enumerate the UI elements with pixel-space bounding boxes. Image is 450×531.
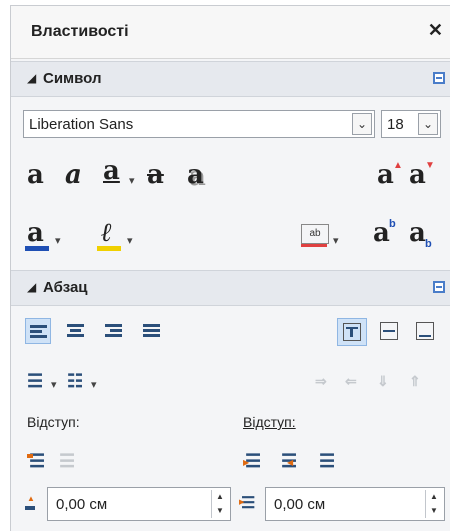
highlight-icon[interactable]: ℓ: [101, 220, 112, 246]
demote-icon: ⇒: [315, 373, 327, 389]
spacing-dropdown-icon[interactable]: ▾: [333, 234, 339, 247]
section-title-symbol: Символ: [43, 70, 102, 87]
chevron-down-icon[interactable]: ⌄: [352, 113, 372, 135]
bold-icon[interactable]: a: [27, 162, 44, 188]
subscript-icon[interactable]: a: [409, 220, 426, 246]
section-header-symbol[interactable]: ◢ Символ: [11, 61, 450, 97]
increase-arrow-icon: ▲: [393, 160, 403, 171]
above-spacing-marker-icon: ▲: [27, 494, 35, 503]
spacing-red-bar: [301, 244, 327, 247]
spin-buttons[interactable]: ▲ ▼: [425, 490, 442, 518]
section-title-paragraph: Абзац: [43, 279, 88, 296]
promote-icon: ⇐: [345, 373, 357, 389]
above-spacing-value: 0,00 см: [56, 496, 108, 513]
character-spacing-icon[interactable]: ab: [301, 224, 329, 244]
spin-buttons[interactable]: ▲ ▼: [211, 490, 228, 518]
font-color-dropdown-icon[interactable]: ▾: [55, 234, 61, 247]
font-name-combo[interactable]: Liberation Sans ⌄: [23, 110, 375, 138]
superscript-icon[interactable]: a: [373, 220, 390, 246]
before-indent-value: 0,00 см: [274, 496, 326, 513]
bullet-list-icon[interactable]: ☰: [27, 372, 43, 390]
outdent-arrow-icon: ◀: [287, 458, 294, 467]
underline-icon[interactable]: a: [103, 158, 120, 184]
properties-panel: Властивості ✕ ◢ Символ Liberation Sans ⌄…: [10, 5, 450, 531]
decrease-spacing-icon: ☰: [59, 451, 76, 471]
highlight-color-bar: [97, 246, 121, 251]
align-right-button[interactable]: [101, 318, 127, 344]
underline-dropdown-icon[interactable]: ▾: [129, 174, 135, 187]
align-top-button[interactable]: [337, 318, 367, 346]
highlight-dropdown-icon[interactable]: ▾: [127, 234, 133, 247]
numbered-list-icon[interactable]: ☷: [67, 372, 83, 390]
collapse-triangle-icon[interactable]: ◢: [27, 280, 36, 294]
more-options-icon[interactable]: [433, 281, 445, 293]
shadow-icon[interactable]: a: [187, 162, 204, 188]
italic-icon[interactable]: a: [65, 162, 82, 188]
more-options-icon[interactable]: [433, 72, 445, 84]
panel-title-bar: Властивості ✕: [11, 6, 450, 59]
move-down-icon: ⇓: [377, 373, 389, 389]
spacing-label: Відступ:: [27, 414, 80, 430]
spacing-marker-icon: [27, 454, 33, 458]
superscript-marker-icon: b: [389, 218, 396, 230]
before-indent-marker-icon: ▶: [239, 499, 245, 506]
above-spacing-field[interactable]: 0,00 см ▲ ▼: [47, 487, 231, 521]
align-center-button[interactable]: [63, 318, 89, 344]
numbered-list-dropdown-icon[interactable]: ▾: [91, 378, 97, 391]
increase-font-icon[interactable]: a: [377, 162, 394, 188]
bullet-list-dropdown-icon[interactable]: ▾: [51, 378, 57, 391]
indent-label: Відступ:: [243, 414, 296, 430]
strikethrough-icon[interactable]: a: [147, 162, 164, 188]
font-size-value: 18: [387, 116, 404, 133]
align-middle-button[interactable]: [375, 318, 405, 346]
decrease-font-icon[interactable]: a: [409, 162, 426, 188]
font-color-icon[interactable]: a: [27, 220, 44, 246]
align-bottom-button[interactable]: [411, 318, 441, 346]
close-icon[interactable]: ✕: [428, 20, 443, 41]
before-indent-field[interactable]: 0,00 см ▲ ▼: [265, 487, 445, 521]
panel-title: Властивості: [31, 23, 129, 40]
align-left-button[interactable]: [25, 318, 51, 344]
font-color-bar: [25, 246, 49, 251]
decrease-arrow-icon: ▼: [425, 160, 435, 171]
collapse-triangle-icon[interactable]: ◢: [27, 71, 36, 85]
indent-arrow-icon: ▶: [243, 458, 250, 467]
hanging-indent-icon[interactable]: ☰: [319, 452, 335, 470]
subscript-marker-icon: b: [425, 238, 432, 250]
font-size-combo[interactable]: 18 ⌄: [381, 110, 441, 138]
font-name-value: Liberation Sans: [29, 116, 134, 133]
move-up-icon: ⇑: [409, 373, 421, 389]
align-justify-button[interactable]: [139, 318, 165, 344]
chevron-down-icon[interactable]: ⌄: [418, 113, 438, 135]
section-header-paragraph[interactable]: ◢ Абзац: [11, 270, 450, 306]
